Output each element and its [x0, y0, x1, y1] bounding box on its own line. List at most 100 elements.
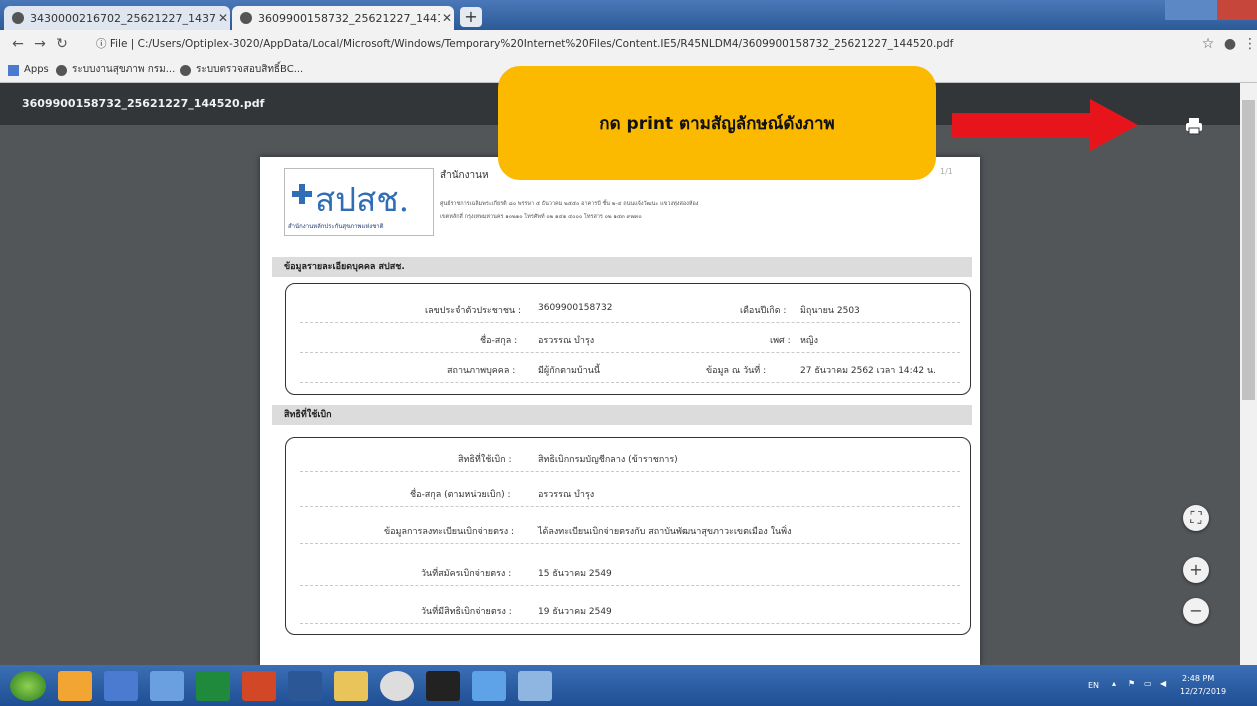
divider	[300, 585, 960, 586]
window-controls	[1165, 0, 1257, 20]
new-tab-button[interactable]: +	[460, 7, 482, 27]
personal-info-box	[285, 283, 971, 395]
tab-1[interactable]: 3430000216702_25621227_1437 ✕	[4, 6, 230, 30]
volume-icon[interactable]: ◀	[1160, 679, 1166, 688]
address-url: C:/Users/Optiplex-3020/AppData/Local/Mic…	[137, 38, 954, 50]
chrome-icon	[12, 12, 24, 24]
bookmark-item-2[interactable]: ระบบตรวจสอบสิทธิ์BC...	[180, 62, 303, 78]
tab-1-title: 3430000216702_25621227_1437	[30, 11, 216, 25]
bookmark-label: ระบบงานสุขภาพ กรม...	[72, 64, 176, 75]
name-label: ชื่อ-สกุล :	[480, 336, 518, 346]
org-address-line-2: เขตหลักสี่ กรุงเทพมหานคร ๑๐๒๑๐ โทรศัพท์ …	[440, 214, 642, 220]
divider	[300, 382, 960, 383]
taskbar-app-1[interactable]	[58, 671, 92, 701]
bookmark-star-icon[interactable]: ☆	[1198, 34, 1218, 54]
right-value: สิทธิเบิกกรมบัญชีกลาง (ข้าราชการ)	[538, 455, 678, 465]
address-bar[interactable]: ⓘ File | C:/Users/Optiplex-3020/AppData/…	[96, 33, 1196, 55]
tab-2-title: 3609900158732_25621227_1441	[258, 11, 440, 25]
flag-icon[interactable]: ⚑	[1128, 679, 1135, 688]
chrome-icon	[240, 12, 252, 24]
print-icon[interactable]	[1182, 112, 1206, 140]
birth-value: มิถุนายน 2503	[800, 306, 860, 316]
bookmark-label: Apps	[24, 64, 49, 75]
globe-icon	[180, 64, 191, 76]
callout-text: กด print ตามสัญลักษณ์ดังภาพ	[599, 113, 835, 134]
forward-icon[interactable]: →	[30, 34, 50, 54]
nhso-logo: สปสช. สำนักงานหลักประกันสุขภาพแห่งชาติ	[284, 168, 434, 236]
tab-2[interactable]: 3609900158732_25621227_1441 ✕	[232, 6, 454, 30]
red-arrow-icon	[952, 99, 1138, 151]
effective-date-value: 19 ธันวาคม 2549	[538, 607, 612, 617]
menu-icon[interactable]: ⋮	[1240, 34, 1257, 54]
fit-page-button[interactable]: ⛶	[1183, 505, 1209, 531]
internet-explorer-icon[interactable]	[472, 671, 506, 701]
date-value: 27 ธันวาคม 2562 เวลา 14:42 น.	[800, 366, 937, 376]
info-icon: ⓘ	[96, 38, 110, 50]
divider	[300, 471, 960, 472]
id-value: 3609900158732	[538, 303, 613, 313]
name-value: อรวรรณ บำรุง	[538, 336, 595, 346]
pdf-filename: 3609900158732_25621227_144520.pdf	[22, 97, 265, 110]
language-indicator[interactable]: EN	[1088, 681, 1099, 690]
start-button[interactable]	[10, 671, 46, 701]
powerpoint-icon[interactable]	[242, 671, 276, 701]
apps-grid-icon	[8, 64, 19, 76]
terminal-icon[interactable]	[426, 671, 460, 701]
logo-text: สปสช.	[315, 180, 410, 219]
divider	[300, 322, 960, 323]
section-personal-header: ข้อมูลรายละเอียดบุคคล สปสช.	[272, 257, 972, 277]
show-hidden-icons[interactable]: ▴	[1112, 679, 1116, 688]
globe-icon	[56, 64, 67, 76]
close-tab-icon[interactable]: ✕	[216, 11, 230, 25]
bookmark-item-1[interactable]: ระบบงานสุขภาพ กรม...	[56, 62, 175, 78]
tab-strip: 3430000216702_25621227_1437 ✕ 3609900158…	[0, 0, 1257, 30]
sex-label: เพศ :	[770, 336, 791, 346]
word-icon[interactable]	[288, 671, 322, 701]
taskbar-app-2[interactable]	[104, 671, 138, 701]
birth-label: เดือนปีเกิด :	[740, 306, 787, 316]
logo-subtitle: สำนักงานหลักประกันสุขภาพแห่งชาติ	[288, 223, 384, 230]
scrollbar-thumb[interactable]	[1242, 100, 1255, 400]
divider	[300, 543, 960, 544]
close-tab-icon[interactable]: ✕	[440, 11, 454, 25]
browser-toolbar: ← → ↻ ⓘ File | C:/Users/Optiplex-3020/Ap…	[0, 30, 1257, 58]
sex-value: หญิง	[800, 336, 818, 346]
start-date-value: 15 ธันวาคม 2549	[538, 569, 612, 579]
divider	[300, 623, 960, 624]
network-icon[interactable]: ▭	[1144, 679, 1152, 688]
divider	[300, 352, 960, 353]
org-address-line-1: ศูนย์ราชการเฉลิมพระเกียรติ ๘๐ พรรษา ๕ ธั…	[440, 201, 699, 207]
file-explorer-icon[interactable]	[334, 671, 368, 701]
clock-date[interactable]: 12/27/2019	[1180, 687, 1226, 696]
right-label: สิทธิที่ใช้เบิก :	[458, 455, 512, 465]
status-value: มีผู้กักตามบ้านนี้	[538, 366, 601, 376]
registration-value: ได้ลงทะเบียนเบิกจ่ายตรงกับ สถาบันพัฒนาสุ…	[538, 527, 792, 537]
chrome-taskbar-icon[interactable]	[380, 671, 414, 701]
divider	[300, 506, 960, 507]
close-window-button[interactable]	[1217, 0, 1257, 20]
reload-icon[interactable]: ↻	[52, 34, 72, 54]
status-label: สถานภาพบุคคล :	[447, 366, 516, 376]
start-date-label: วันที่สมัครเบิกจ่ายตรง :	[421, 569, 512, 579]
taskbar	[0, 665, 1257, 706]
nhso-cross-icon	[292, 184, 312, 204]
holder-name-value: อรวรรณ บำรุง	[538, 490, 595, 500]
back-icon[interactable]: ←	[8, 34, 28, 54]
holder-name-label: ชื่อ-สกุล (ตามหน่วยเบิก) :	[410, 490, 511, 500]
page-indicator: 1/1	[940, 167, 953, 176]
clock-time[interactable]: 2:48 PM	[1182, 674, 1214, 683]
address-prefix: File	[109, 38, 128, 50]
zoom-out-button[interactable]: −	[1183, 598, 1209, 624]
id-label: เลขประจำตัวประชาชน :	[425, 306, 522, 316]
zoom-in-button[interactable]: +	[1183, 557, 1209, 583]
taskbar-app-3[interactable]	[150, 671, 184, 701]
minimize-button[interactable]	[1165, 0, 1191, 20]
taskbar-app-10[interactable]	[518, 671, 552, 701]
registration-label: ข้อมูลการลงทะเบียนเบิกจ่ายตรง :	[384, 527, 515, 537]
maximize-button[interactable]	[1191, 0, 1217, 20]
bookmark-apps[interactable]: Apps	[8, 62, 49, 78]
date-label: ข้อมูล ณ วันที่ :	[706, 366, 767, 376]
effective-date-label: วันที่มีสิทธิเบิกจ่ายตรง :	[421, 607, 512, 617]
excel-icon[interactable]	[196, 671, 230, 701]
profile-icon[interactable]: ●	[1220, 34, 1240, 54]
